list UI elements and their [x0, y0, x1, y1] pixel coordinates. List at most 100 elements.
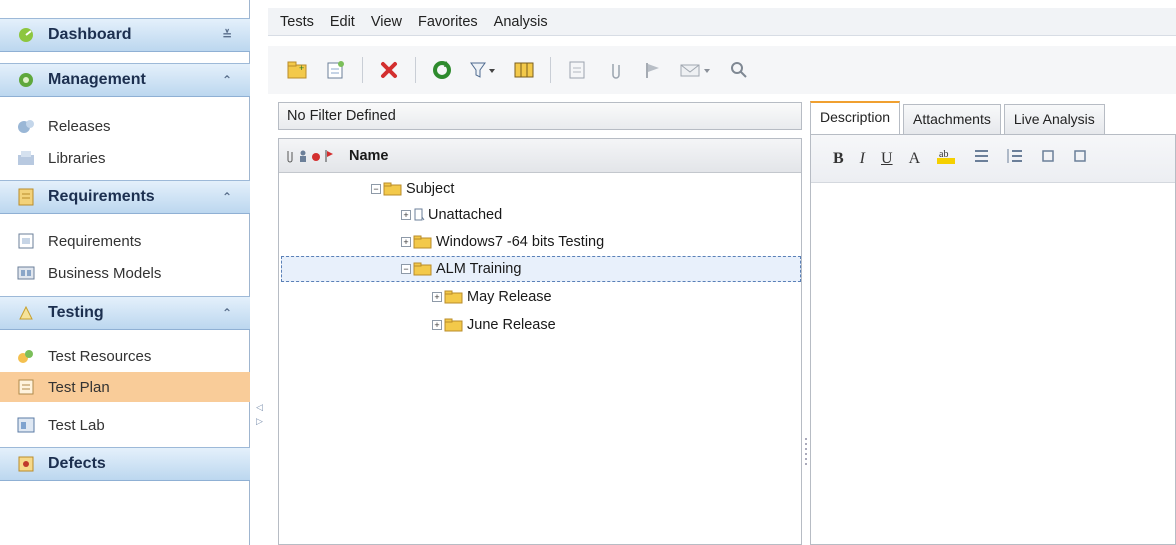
find-button[interactable]	[727, 58, 751, 82]
indent-icon	[1074, 150, 1086, 162]
sidebar-header-label: Testing	[48, 304, 104, 321]
collapse-toggle[interactable]: −	[401, 264, 411, 274]
sidebar-item-label: Test Lab	[48, 416, 105, 434]
flag-icon	[646, 63, 659, 78]
tree-column-header: Name	[279, 139, 801, 173]
sidebar-item-requirements[interactable]: Requirements	[0, 226, 250, 256]
underline-button[interactable]: U	[881, 150, 893, 168]
sidebar-header-dashboard[interactable]: Dashboard ≚	[0, 18, 250, 52]
new-folder-button[interactable]: +	[286, 58, 310, 82]
tree-node-may-release[interactable]: + May Release	[432, 285, 552, 309]
toolbar-separator	[550, 57, 551, 83]
sidebar-item-business-models[interactable]: Business Models	[0, 258, 250, 288]
sidebar-splitter[interactable]: ◁ ▷	[250, 0, 268, 545]
outdent-icon	[1042, 150, 1054, 162]
italic-button[interactable]: I	[860, 150, 865, 168]
collapse-toggle[interactable]: −	[371, 184, 381, 194]
menu-favorites[interactable]: Favorites	[418, 14, 478, 30]
test-plan-tree: Name − Subject + Unattached + Windows7 -…	[278, 138, 802, 545]
delete-icon	[381, 62, 397, 78]
folder-icon	[444, 318, 463, 332]
sidebar-item-label: Requirements	[48, 232, 142, 250]
select-columns-button[interactable]	[512, 58, 536, 82]
sidebar-header-requirements[interactable]: Requirements ⌃	[0, 180, 250, 214]
paperclip-icon	[287, 150, 293, 162]
expand-toggle[interactable]: +	[401, 237, 411, 247]
business-models-icon	[17, 266, 35, 280]
tree-node-subject[interactable]: − Subject	[371, 177, 454, 201]
tree-node-label: May Release	[467, 289, 552, 305]
svg-text:ab: ab	[939, 149, 948, 160]
collapse-left-icon[interactable]: ◁	[256, 402, 263, 413]
unattached-icon	[414, 208, 425, 221]
grip-dot	[805, 453, 807, 455]
menu-view[interactable]: View	[371, 14, 402, 30]
numbered-list-button[interactable]	[1006, 147, 1024, 170]
sidebar-item-label: Libraries	[48, 149, 106, 167]
expand-right-icon[interactable]: ▷	[256, 416, 263, 427]
filter-button[interactable]	[468, 58, 498, 82]
tree-node-windows7[interactable]: + Windows7 -64 bits Testing	[401, 230, 604, 254]
tree-node-unattached[interactable]: + Unattached	[401, 203, 502, 227]
requirements-icon	[18, 188, 34, 206]
sidebar-header-label: Requirements	[48, 188, 155, 205]
sidebar-item-test-lab[interactable]: Test Lab	[0, 410, 250, 440]
send-email-button[interactable]	[679, 58, 713, 82]
grip-dot	[805, 448, 807, 450]
delete-button[interactable]	[377, 58, 401, 82]
expand-toggle[interactable]: +	[432, 292, 442, 302]
tab-live-analysis[interactable]: Live Analysis	[1003, 104, 1105, 134]
tree-node-label: Unattached	[428, 207, 503, 223]
name-column-header[interactable]: Name	[349, 148, 389, 164]
sidebar-item-releases[interactable]: Releases	[0, 111, 250, 141]
panel-splitter[interactable]	[803, 138, 809, 545]
mail-icon	[680, 64, 710, 77]
chevron-up-icon[interactable]: ⌃	[222, 73, 232, 87]
sidebar-item-libraries[interactable]: Libraries	[0, 143, 250, 173]
attachment-button[interactable]	[603, 58, 627, 82]
sidebar-item-test-resources[interactable]: Test Resources	[0, 341, 250, 371]
sidebar-item-test-plan[interactable]: Test Plan	[0, 372, 250, 402]
chevron-up-icon[interactable]: ⌃	[222, 190, 232, 204]
sidebar-header-defects[interactable]: Defects	[0, 447, 250, 481]
flag-button[interactable]	[641, 58, 665, 82]
indent-button[interactable]	[1072, 147, 1088, 170]
tab-attachments[interactable]: Attachments	[903, 104, 1001, 134]
tree-node-june-release[interactable]: + June Release	[432, 313, 556, 337]
expand-toggle[interactable]: +	[432, 320, 442, 330]
font-color-button[interactable]: A	[909, 150, 921, 168]
management-icon	[19, 73, 33, 87]
sidebar-header-management[interactable]: Management ⌃	[0, 63, 250, 97]
new-test-icon	[327, 61, 344, 79]
filter-label: No Filter Defined	[287, 108, 396, 124]
tree-node-label: June Release	[467, 317, 556, 333]
details-button[interactable]	[565, 58, 589, 82]
refresh-button[interactable]	[430, 58, 454, 82]
tree-node-alm-training[interactable]: − ALM Training	[401, 257, 521, 281]
bold-button[interactable]: B	[833, 150, 844, 168]
folder-icon	[444, 290, 463, 304]
menu-edit[interactable]: Edit	[330, 14, 355, 30]
module-sidebar: Dashboard ≚ Management ⌃ Releases Librar…	[0, 0, 250, 545]
test-resources-icon	[18, 350, 33, 363]
tree-node-label: Subject	[406, 181, 455, 197]
tab-description[interactable]: Description	[810, 101, 901, 134]
chevron-down-icon[interactable]: ≚	[222, 28, 232, 42]
expand-toggle[interactable]: +	[401, 210, 411, 220]
refresh-icon	[433, 61, 451, 79]
folder-open-icon	[383, 182, 402, 196]
bullet-list-button[interactable]	[972, 147, 990, 170]
details-icon	[569, 61, 585, 79]
sidebar-item-label: Business Models	[48, 264, 162, 282]
menu-tests[interactable]: Tests	[280, 14, 314, 30]
sidebar-header-testing[interactable]: Testing ⌃	[0, 296, 250, 330]
outdent-button[interactable]	[1040, 147, 1056, 170]
filter-status-bar[interactable]: No Filter Defined	[278, 102, 802, 130]
tree-node-label: Windows7 -64 bits Testing	[436, 234, 605, 250]
menu-analysis[interactable]: Analysis	[494, 14, 548, 30]
new-test-button[interactable]	[324, 58, 348, 82]
highlight-button[interactable]: ab	[936, 146, 956, 171]
chevron-up-icon[interactable]: ⌃	[222, 306, 232, 320]
flag-icon	[325, 149, 333, 162]
menu-bar: Tests Edit View Favorites Analysis	[268, 8, 1176, 36]
